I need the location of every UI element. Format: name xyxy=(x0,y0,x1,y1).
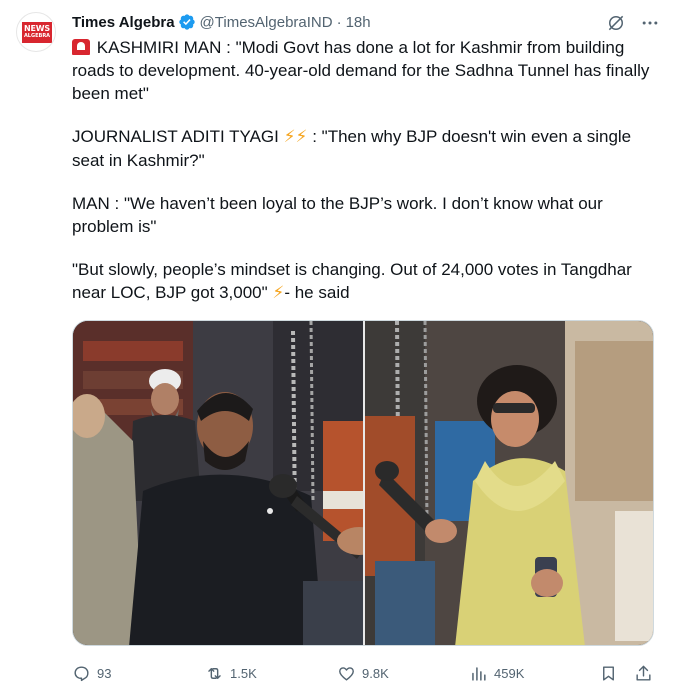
more-icon[interactable] xyxy=(639,12,661,34)
verified-badge-icon[interactable] xyxy=(178,13,196,31)
paragraph-2-prefix: JOURNALIST ADITI TYAGI xyxy=(72,127,284,146)
repost-count: 1.5K xyxy=(230,666,257,681)
tweet-actions: 93 1.5K 9.8K 459K xyxy=(72,660,662,688)
news-algebra-logo: NEWS ALGEBRA xyxy=(22,22,52,43)
lightning-emoji-icon: ⚡⚡ xyxy=(283,127,308,147)
share-icon xyxy=(636,665,651,681)
tweet-paragraph-2: JOURNALIST ADITI TYAGI ⚡⚡ : "Then why BJ… xyxy=(72,125,664,172)
interview-scene-left xyxy=(73,321,363,645)
like-icon xyxy=(339,667,354,681)
media-image-right[interactable] xyxy=(364,321,653,645)
reply-icon xyxy=(74,666,89,682)
tweet-header: Times Algebra @TimesAlgebraIND · 18h xyxy=(72,12,371,32)
share-button[interactable] xyxy=(634,664,653,683)
paragraph-4-prefix: "But slowly, people’s mindset is changin… xyxy=(72,260,632,302)
tweet-text: KASHMIRI MAN : "Modi Govt has done a lot… xyxy=(72,36,664,305)
tweet[interactable]: NEWS ALGEBRA Times Algebra @TimesAlgebra… xyxy=(0,0,675,696)
tweet-media[interactable] xyxy=(72,320,654,646)
avatar-line2: ALGEBRA xyxy=(23,33,51,39)
views-icon xyxy=(472,667,486,681)
avatar-line1: NEWS xyxy=(24,24,50,33)
paragraph-4-suffix: - he said xyxy=(284,283,350,302)
like-button[interactable]: 9.8K xyxy=(337,664,389,683)
siren-emoji-icon xyxy=(72,39,90,55)
tweet-paragraph-3: MAN : "We haven’t been loyal to the BJP’… xyxy=(72,194,603,236)
like-count: 9.8K xyxy=(362,666,389,681)
author-handle[interactable]: @TimesAlgebraIND xyxy=(200,14,333,31)
bookmark-icon xyxy=(603,666,614,681)
reply-button[interactable]: 93 xyxy=(72,664,111,683)
author-name[interactable]: Times Algebra xyxy=(72,14,175,31)
views-count: 459K xyxy=(494,666,525,681)
timestamp[interactable]: 18h xyxy=(346,14,371,31)
lightning-emoji-icon: ⚡ xyxy=(272,283,285,303)
tweet-paragraph-1: KASHMIRI MAN : "Modi Govt has done a lot… xyxy=(72,36,664,105)
grok-icon[interactable] xyxy=(605,12,627,34)
reply-count: 93 xyxy=(97,666,112,681)
bookmark-button[interactable] xyxy=(599,664,618,683)
separator-dot: · xyxy=(336,13,342,31)
paragraph-1-text: KASHMIRI MAN : "Modi Govt has done a lot… xyxy=(72,38,650,103)
views-button[interactable]: 459K xyxy=(469,664,524,683)
tweet-paragraph-4: "But slowly, people’s mindset is changin… xyxy=(72,258,664,305)
avatar[interactable]: NEWS ALGEBRA xyxy=(16,12,56,52)
repost-icon xyxy=(208,668,221,679)
repost-button[interactable]: 1.5K xyxy=(205,664,257,683)
header-icons xyxy=(605,12,661,34)
media-image-left[interactable] xyxy=(73,321,363,645)
interview-scene-right xyxy=(364,321,653,645)
